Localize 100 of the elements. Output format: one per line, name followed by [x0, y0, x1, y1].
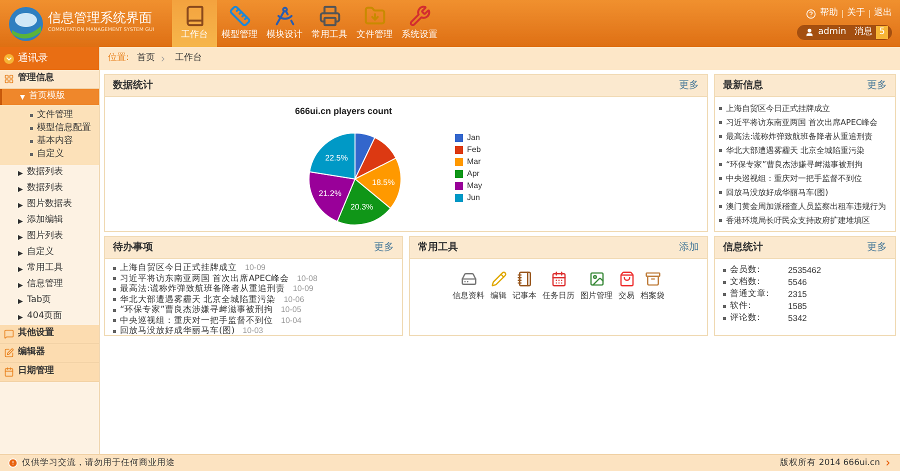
news-link[interactable]: 中央巡视组：重庆对一把手监督不到位 — [726, 172, 862, 185]
todo-link[interactable]: 华北大部遭遇雾霾天 北京全城陷重污染 — [120, 296, 276, 304]
sidebar-item[interactable]: Tab页 — [0, 293, 99, 309]
tool-button[interactable]: 交易 — [618, 271, 634, 302]
news-link[interactable]: 回放马没放好成华丽马车(图) — [726, 186, 828, 199]
logo-icon — [8, 6, 44, 42]
sidebar-section[interactable]: 编辑器 — [0, 344, 99, 363]
todo-link[interactable]: 最高法:谎称炸弹致航班备降者从重追刑责 — [120, 285, 285, 294]
submenu-link[interactable]: 基本内容 — [37, 134, 73, 148]
submenu-link[interactable]: 模型信息配置 — [37, 122, 91, 136]
tool-button[interactable]: 信息资料 — [452, 271, 484, 302]
todo-date: 10-08 — [296, 274, 318, 283]
bullet-icon — [723, 316, 726, 320]
collapse-icon — [4, 54, 14, 64]
stat-value: 2315 — [788, 288, 807, 300]
grid-icon — [4, 74, 14, 84]
compass-icon — [274, 4, 296, 27]
news-link[interactable]: 习近平将访东南亚两国 首次出席APEC峰会 — [726, 116, 878, 129]
copyright-text: 版权所有 2014 666ui.cn — [780, 456, 880, 470]
news-link[interactable]: “环保专家”曹良杰涉嫌寻衅滋事被刑拘 — [726, 158, 862, 171]
panel-title: 最新信息 — [723, 78, 763, 93]
bullet-icon — [30, 114, 33, 117]
more-link[interactable]: 更多 — [374, 240, 394, 255]
sidebar-section[interactable]: 日期管理 — [0, 363, 99, 382]
sidebar-section[interactable]: 管理信息 — [0, 70, 99, 89]
stat-label: 文档数: — [730, 276, 761, 288]
sidebar-item[interactable]: 自定义 — [0, 245, 99, 261]
bullet-icon — [30, 140, 33, 143]
sidebar-section[interactable]: 其他设置 — [0, 325, 99, 344]
message-count: 5 — [876, 26, 888, 39]
sidebar-item[interactable]: 图片数据表 — [0, 197, 99, 213]
bullet-icon — [719, 149, 722, 152]
stat-value: 5546 — [788, 276, 807, 288]
tool-button[interactable]: 任务日历 — [542, 271, 574, 302]
user-name: admin — [818, 26, 846, 38]
help-icon — [806, 8, 816, 19]
bullet-icon — [719, 163, 722, 166]
arrow-icon — [18, 202, 23, 208]
user-icon — [805, 28, 814, 37]
warning-icon — [8, 458, 18, 468]
news-link[interactable]: 最高法:谎称炸弹致航班备降者从重追刑责 — [726, 130, 873, 143]
more-link[interactable]: 更多 — [679, 78, 699, 93]
book-icon — [184, 4, 206, 27]
news-link[interactable]: 香港环境局长吁民众支持政府扩建堆填区 — [726, 214, 870, 227]
tool-button[interactable]: 档案袋 — [640, 271, 664, 302]
news-link[interactable]: 澳门黄金周加派稽查人员监察出租车违规行为 — [726, 200, 886, 213]
legend-label: Apr — [467, 168, 480, 178]
breadcrumb-link[interactable]: 首页 — [137, 52, 156, 66]
more-link[interactable]: 添加 — [679, 240, 699, 255]
panel-title: 信息统计 — [723, 240, 763, 255]
bullet-icon — [113, 330, 116, 333]
bullet-icon — [719, 205, 722, 208]
news-link[interactable]: 上海自贸区今日正式挂牌成立 — [726, 102, 830, 115]
sidebar-item[interactable]: 添加编辑 — [0, 213, 99, 229]
submenu-link[interactable]: 文件管理 — [37, 108, 73, 122]
news-link[interactable]: 华北大部遭遇雾霾天 北京全城陷重污染 — [726, 144, 865, 157]
bullet-icon — [113, 288, 116, 291]
sidebar-item[interactable]: 数据列表 — [0, 181, 99, 197]
arrow-icon — [18, 282, 23, 288]
todo-link[interactable]: 中央巡视组：重庆对一把手监督不到位 — [120, 316, 273, 325]
todo-link[interactable]: 习近平将访东南亚两国 首次出席APEC峰会 — [120, 274, 289, 283]
bullet-icon — [719, 191, 722, 194]
sidebar-title: 通讯录 — [18, 52, 48, 66]
tool-button[interactable]: 编辑 — [490, 271, 506, 302]
bullet-icon — [723, 280, 726, 284]
legend-label: Mar — [467, 156, 481, 166]
sidebar-item[interactable]: 常用工具 — [0, 261, 99, 277]
breadcrumb-link[interactable]: 工作台 — [175, 52, 202, 66]
legend-swatch — [455, 170, 463, 178]
legend-label: Jan — [467, 132, 480, 142]
todo-link[interactable]: “环保专家”曹良杰涉嫌寻衅滋事被刑拘 — [120, 306, 273, 314]
edit-icon — [4, 348, 14, 358]
sidebar-item[interactable]: 404页面 — [0, 309, 99, 325]
calendar-icon — [550, 271, 566, 287]
tool-button[interactable]: 图片管理 — [580, 271, 612, 302]
stat-label: 软件: — [730, 300, 752, 312]
bullet-icon — [719, 177, 722, 180]
messages-link[interactable]: 消息 — [854, 26, 872, 39]
bullet-icon — [719, 219, 722, 222]
sidebar-item[interactable]: 信息管理 — [0, 277, 99, 293]
more-link[interactable]: 更多 — [867, 78, 887, 93]
panel-title: 常用工具 — [418, 240, 458, 255]
bullet-icon — [30, 153, 33, 156]
stat-label: 会员数: — [730, 264, 761, 276]
legend-swatch — [455, 182, 463, 190]
submenu-link[interactable]: 自定义 — [37, 148, 64, 162]
todo-link[interactable]: 回放马没放好成华丽马车(图) — [120, 327, 235, 336]
slice-label: 20.3% — [350, 202, 374, 212]
panel-title: 待办事项 — [113, 240, 153, 255]
arrow-icon — [18, 170, 23, 176]
sidebar-item[interactable]: 图片列表 — [0, 229, 99, 245]
more-link[interactable]: 更多 — [867, 240, 887, 255]
todo-link[interactable]: 上海自贸区今日正式挂牌成立 — [120, 264, 237, 272]
bullet-icon — [30, 127, 33, 130]
bullet-icon — [723, 292, 726, 296]
arrow-icon — [18, 314, 23, 320]
arrow-icon — [18, 234, 23, 240]
arrow-icon — [18, 298, 23, 304]
sidebar-item[interactable]: 数据列表 — [0, 165, 99, 181]
tool-button[interactable]: 记事本 — [512, 271, 536, 302]
